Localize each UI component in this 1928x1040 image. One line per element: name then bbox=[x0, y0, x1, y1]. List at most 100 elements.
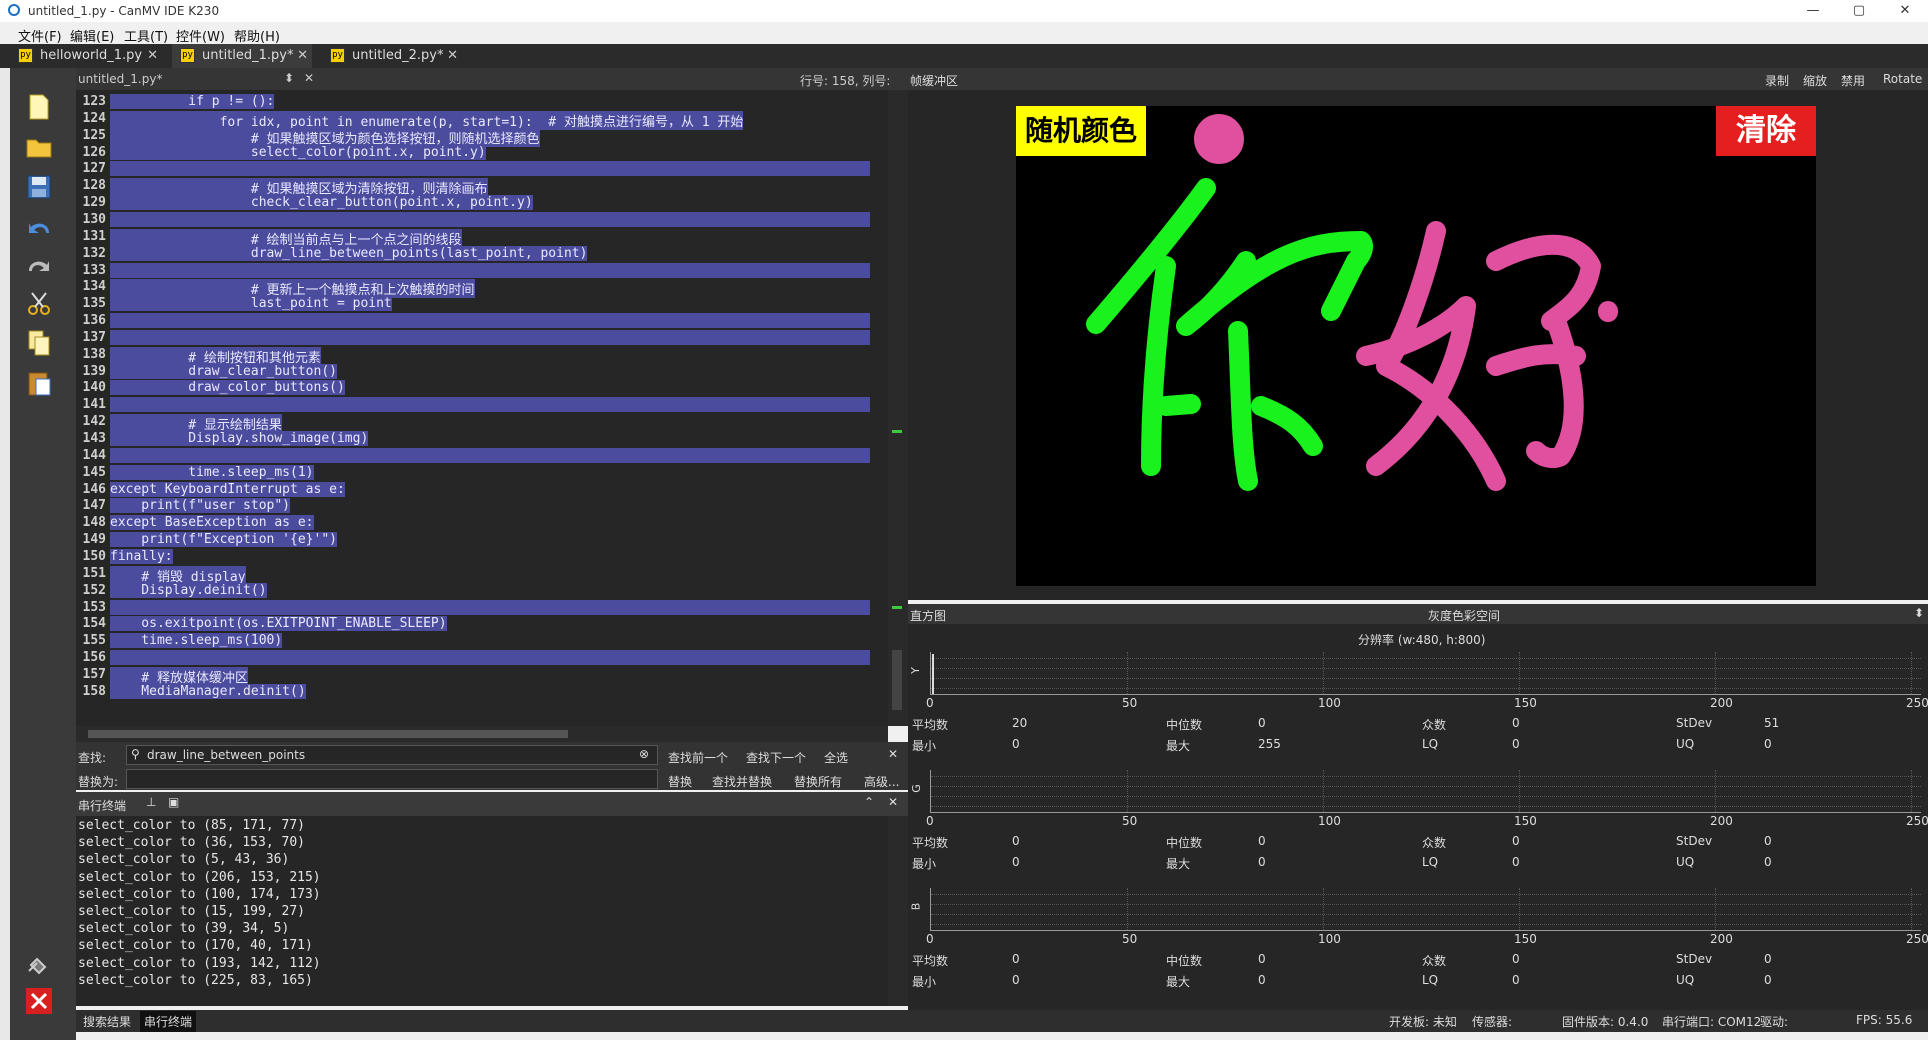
serial-scrollbar[interactable] bbox=[888, 816, 908, 1006]
redo-icon[interactable] bbox=[22, 248, 56, 282]
editor-file-label[interactable]: untitled_1.py* bbox=[78, 72, 162, 86]
find-replace-button[interactable]: 查找并替换 bbox=[712, 773, 772, 790]
tab-helloworld[interactable]: py helloworld_1.py ✕ bbox=[10, 44, 162, 68]
code-line[interactable] bbox=[110, 599, 870, 615]
close-tab-icon[interactable]: ✕ bbox=[297, 44, 308, 68]
collapse-panel-icon[interactable]: ⌃ bbox=[864, 795, 874, 809]
stat-label: UQ bbox=[1676, 855, 1695, 869]
clear-input-icon[interactable]: ⊗ bbox=[639, 747, 649, 761]
menu-file[interactable]: 文件(F) bbox=[18, 26, 62, 45]
code-line[interactable] bbox=[110, 161, 870, 177]
stat-value: 0 bbox=[1258, 952, 1266, 966]
scroll-thumb[interactable] bbox=[892, 650, 902, 710]
menu-help[interactable]: 帮助(H) bbox=[234, 26, 280, 45]
framebuffer-header: 帧缓冲区 录制 缩放 禁用 Rotate bbox=[908, 68, 1928, 90]
serial-port-status[interactable]: 串行端口: COM12 bbox=[1662, 1013, 1761, 1030]
find-input[interactable]: ⚲ draw_line_between_points ⊗ bbox=[126, 745, 658, 765]
connect-icon[interactable] bbox=[22, 946, 56, 980]
code-line[interactable] bbox=[110, 447, 870, 463]
undo-icon[interactable] bbox=[22, 210, 56, 244]
code-line[interactable]: print(f"user stop") bbox=[110, 498, 291, 514]
tab-serial-terminal[interactable]: 串行终端 bbox=[140, 1011, 197, 1032]
code-line[interactable]: Display.deinit() bbox=[110, 582, 267, 598]
stat-value: 0 bbox=[1258, 834, 1266, 848]
code-line[interactable]: except BaseException as e: bbox=[110, 515, 314, 531]
code-line[interactable]: select_color(point.x, point.y) bbox=[110, 144, 486, 160]
code-line[interactable]: last_point = point bbox=[110, 296, 392, 312]
code-line[interactable]: check_clear_button(point.x, point.y) bbox=[110, 195, 533, 211]
find-previous-button[interactable]: 查找前一个 bbox=[668, 749, 728, 766]
code-line[interactable]: os.exitpoint(os.EXITPOINT_ENABLE_SLEEP) bbox=[110, 616, 447, 632]
close-tab-icon[interactable]: ✕ bbox=[147, 44, 158, 68]
editor-vertical-scrollbar[interactable] bbox=[888, 90, 908, 726]
resolution-label: 分辨率 (w:480, h:800) bbox=[1358, 633, 1486, 647]
fps-status: FPS: 55.6 bbox=[1856, 1013, 1913, 1027]
record-button[interactable]: 录制 bbox=[1765, 72, 1789, 89]
code-line[interactable]: draw_line_between_points(last_point, poi… bbox=[110, 245, 588, 261]
axis-tick-label: 250 bbox=[1906, 696, 1928, 710]
code-line[interactable]: print(f"Exception '{e}'") bbox=[110, 532, 337, 548]
code-line[interactable] bbox=[110, 329, 870, 345]
copy-icon[interactable] bbox=[22, 326, 56, 360]
clear-terminal-icon[interactable]: ⊥ bbox=[146, 795, 156, 809]
replace-all-button[interactable]: 替换所有 bbox=[794, 773, 842, 790]
find-next-button[interactable]: 查找下一个 bbox=[746, 749, 806, 766]
advanced-button[interactable]: 高级... bbox=[864, 773, 899, 790]
code-line[interactable] bbox=[110, 313, 870, 329]
tab-search-results[interactable]: 搜索结果 bbox=[80, 1013, 134, 1030]
code-line[interactable] bbox=[110, 211, 870, 227]
serial-terminal-output[interactable]: select_color to (85, 171, 77) select_colo… bbox=[76, 816, 888, 1006]
code-line[interactable] bbox=[110, 397, 870, 413]
stat-value: 20 bbox=[1012, 716, 1028, 730]
minimize-button[interactable]: — bbox=[1790, 0, 1836, 22]
histogram-title: 直方图 bbox=[910, 609, 947, 623]
close-find-icon[interactable]: ✕ bbox=[888, 747, 898, 761]
maximize-button[interactable]: ▢ bbox=[1836, 0, 1882, 22]
new-file-icon[interactable] bbox=[22, 90, 56, 124]
close-editor-icon[interactable]: ✕ bbox=[304, 71, 314, 85]
cut-icon[interactable] bbox=[22, 286, 56, 320]
save-icon[interactable] bbox=[22, 170, 56, 204]
code-line[interactable]: time.sleep_ms(1) bbox=[110, 464, 314, 480]
grid-line bbox=[1323, 652, 1324, 694]
sort-arrows-icon[interactable]: ⬍ bbox=[284, 71, 294, 85]
close-panel-icon[interactable]: ✕ bbox=[888, 795, 898, 809]
code-line[interactable]: time.sleep_ms(100) bbox=[110, 633, 283, 649]
axis-tick-label: 0 bbox=[926, 932, 934, 946]
menu-tools[interactable]: 工具(T) bbox=[124, 26, 168, 45]
menu-edit[interactable]: 编辑(E) bbox=[70, 26, 114, 45]
open-folder-icon[interactable] bbox=[22, 130, 56, 164]
editor-horizontal-scrollbar[interactable] bbox=[76, 726, 888, 742]
tab-untitled-1[interactable]: py untitled_1.py* ✕ bbox=[172, 44, 312, 68]
zoom-button[interactable]: 缩放 bbox=[1803, 72, 1827, 89]
line-number: 138 bbox=[82, 346, 106, 362]
code-line[interactable]: MediaManager.deinit() bbox=[110, 683, 306, 699]
code-editor[interactable]: 123 if p != (): 124 for idx, point in enu… bbox=[76, 90, 888, 726]
stat-label: 最大 bbox=[1166, 975, 1191, 989]
stop-icon[interactable] bbox=[22, 984, 56, 1018]
rotate-button[interactable]: Rotate bbox=[1883, 72, 1922, 86]
paste-icon[interactable] bbox=[22, 366, 56, 400]
code-line[interactable] bbox=[110, 650, 870, 666]
code-line[interactable]: draw_clear_button() bbox=[110, 363, 337, 379]
close-tab-icon[interactable]: ✕ bbox=[447, 44, 458, 68]
code-line[interactable]: if p != (): bbox=[110, 94, 275, 109]
code-line[interactable]: draw_color_buttons() bbox=[110, 380, 345, 396]
replace-button[interactable]: 替换 bbox=[668, 773, 692, 790]
code-line[interactable]: except KeyboardInterrupt as e: bbox=[110, 481, 345, 497]
color-space-select[interactable]: 灰度色彩空间 bbox=[1428, 607, 1500, 624]
tab-untitled-2[interactable]: py untitled_2.py* ✕ bbox=[322, 44, 462, 68]
close-window-button[interactable]: ✕ bbox=[1882, 0, 1928, 22]
scroll-thumb[interactable] bbox=[88, 730, 568, 738]
code-line[interactable] bbox=[110, 262, 870, 278]
replace-input[interactable] bbox=[126, 769, 658, 789]
code-line[interactable]: Display.show_image(img) bbox=[110, 431, 369, 446]
framebuffer-image[interactable]: 随机颜色 清除 你 bbox=[1016, 106, 1816, 586]
firmware-status[interactable]: 固件版本: 0.4.0 bbox=[1562, 1013, 1648, 1030]
disable-button[interactable]: 禁用 bbox=[1841, 72, 1865, 89]
select-all-button[interactable]: 全选 bbox=[824, 749, 848, 766]
menu-widgets[interactable]: 控件(W) bbox=[176, 26, 225, 45]
code-line[interactable]: finally: bbox=[110, 548, 173, 564]
save-log-icon[interactable]: ▣ bbox=[168, 795, 179, 809]
dropdown-arrow-icon[interactable]: ⬍ bbox=[1914, 606, 1924, 620]
